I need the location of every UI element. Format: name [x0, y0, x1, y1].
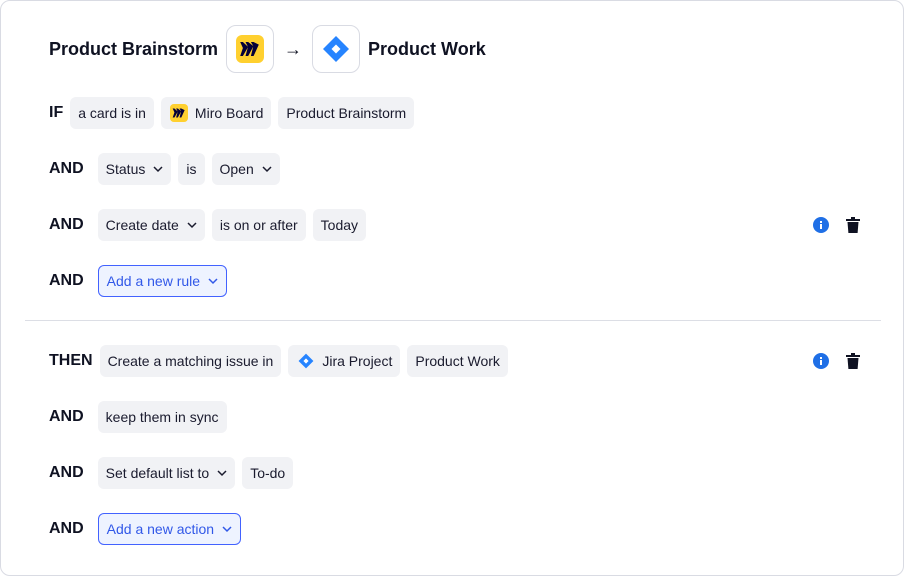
automation-card: Product Brainstorm → Product Work IF a c…	[0, 0, 904, 576]
source-title: Product Brainstorm	[49, 38, 219, 59]
status-field-dropdown[interactable]: Status	[97, 153, 172, 185]
miro-logo-icon	[226, 25, 275, 73]
project-type-chip[interactable]: Jira Project	[288, 345, 401, 377]
section-divider	[25, 320, 881, 321]
chip-label: To-do	[250, 465, 286, 481]
and-keyword: AND	[49, 160, 84, 177]
chip-label: Add a new action	[106, 521, 215, 537]
then-keyword: THEN	[49, 352, 93, 369]
operator-chip[interactable]: is	[178, 153, 205, 185]
and-keyword: AND	[49, 464, 84, 481]
chip-label: a card is in	[78, 105, 146, 121]
a-card-is-in-chip: a card is in	[70, 97, 154, 129]
chevron-down-icon	[208, 276, 218, 286]
create-issue-chip: Create a matching issue in	[99, 345, 282, 377]
chip-label: Open	[219, 161, 254, 177]
add-rule-button[interactable]: Add a new rule	[97, 265, 228, 297]
chip-label: keep them in sync	[105, 409, 219, 425]
chevron-down-icon	[262, 164, 272, 174]
info-icon[interactable]	[812, 216, 830, 234]
trash-icon[interactable]	[844, 216, 862, 234]
chip-label: Status	[105, 161, 146, 177]
action-row-default-list: AND Set default list to To-do	[49, 457, 300, 489]
chip-label: Create a matching issue in	[107, 353, 274, 369]
chevron-down-icon	[153, 164, 163, 174]
board-name-chip[interactable]: Product Brainstorm	[278, 97, 415, 129]
arrow-right-icon: →	[284, 38, 303, 59]
if-keyword: IF	[49, 104, 64, 121]
action-row-actions	[812, 352, 862, 370]
chip-label: is on or after	[219, 217, 298, 233]
date-value-chip[interactable]: Today	[312, 209, 367, 241]
chip-label: Product Work	[415, 353, 500, 369]
condition-row-add: AND Add a new rule	[49, 265, 234, 297]
chevron-down-icon	[187, 220, 197, 230]
chip-label: Create date	[105, 217, 179, 233]
condition-row-create-date: AND Create date is on or after Today	[49, 209, 373, 241]
chip-label: Add a new rule	[106, 273, 201, 289]
and-keyword: AND	[49, 272, 84, 289]
chip-label: Today	[320, 217, 359, 233]
sync-chip[interactable]: keep them in sync	[97, 401, 227, 433]
list-value-chip[interactable]: To-do	[242, 457, 294, 489]
and-keyword: AND	[49, 520, 84, 537]
project-name-chip[interactable]: Product Work	[407, 345, 508, 377]
jira-logo-icon	[312, 25, 361, 73]
create-date-field-dropdown[interactable]: Create date	[97, 209, 205, 241]
default-list-dropdown[interactable]: Set default list to	[97, 457, 236, 489]
status-value-dropdown[interactable]: Open	[211, 153, 280, 185]
condition-row-if: IF a card is in Miro Board Product Brain…	[49, 97, 421, 129]
action-row-then: THEN Create a matching issue in Jira Pro…	[49, 345, 515, 377]
header: Product Brainstorm → Product Work	[49, 25, 486, 73]
add-action-button[interactable]: Add a new action	[97, 513, 242, 545]
info-icon[interactable]	[812, 352, 830, 370]
miro-logo-icon	[169, 103, 189, 123]
jira-logo-icon	[296, 351, 316, 371]
and-keyword: AND	[49, 408, 84, 425]
action-row-sync: AND keep them in sync	[49, 401, 234, 433]
chip-label: Product Brainstorm	[286, 105, 407, 121]
chevron-down-icon	[222, 524, 232, 534]
chip-label: Jira Project	[322, 353, 393, 369]
chip-label: Set default list to	[105, 465, 210, 481]
operator-chip[interactable]: is on or after	[211, 209, 306, 241]
chip-label: Miro Board	[194, 105, 264, 121]
condition-row-status: AND Status is Open	[49, 153, 287, 185]
action-row-add: AND Add a new action	[49, 513, 248, 545]
chip-label: is	[186, 161, 197, 177]
target-title: Product Work	[368, 38, 486, 59]
and-keyword: AND	[49, 216, 84, 233]
condition-row-actions	[812, 216, 862, 234]
trash-icon[interactable]	[844, 352, 862, 370]
chevron-down-icon	[217, 468, 227, 478]
board-type-chip[interactable]: Miro Board	[160, 97, 272, 129]
